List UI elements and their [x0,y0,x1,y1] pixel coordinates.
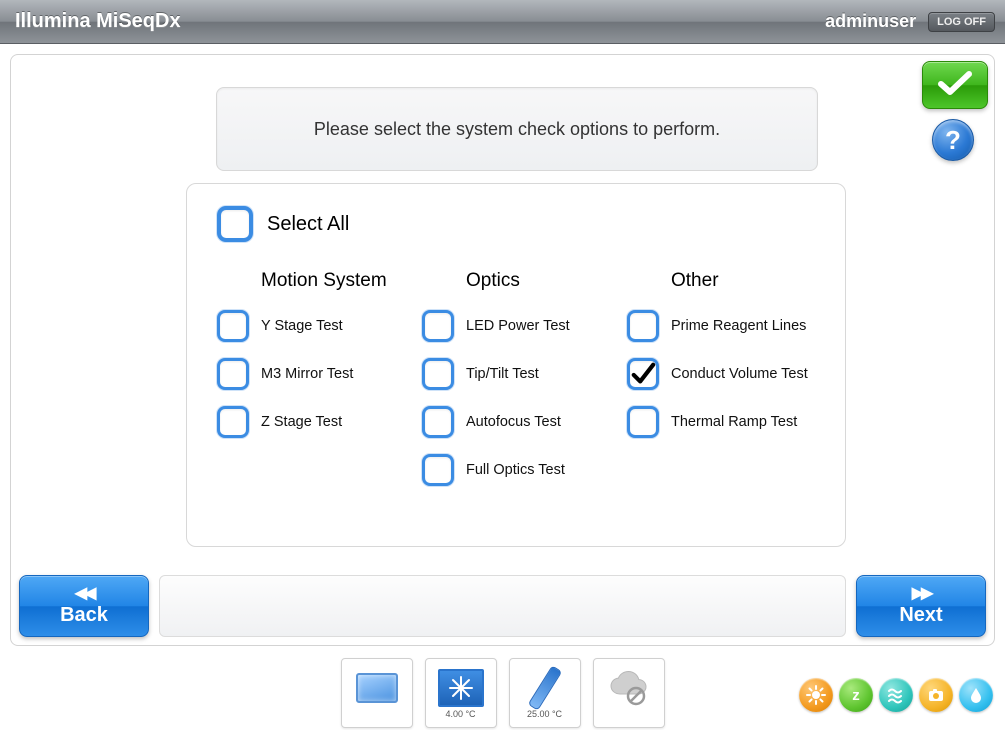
waves-icon[interactable] [879,678,913,712]
status-tile-chiller[interactable]: 4.00 °C [425,658,497,728]
option-conduct-volume-test: Conduct Volume Test [627,358,832,390]
select-all-row: Select All [217,206,815,242]
checkbox-prime-reagent-lines[interactable] [627,310,659,342]
checkbox-conduct-volume-test[interactable] [627,358,659,390]
monitor-icon [354,669,400,707]
help-button[interactable]: ? [932,119,974,161]
status-tile-flowcell[interactable]: 25.00 °C [509,658,581,728]
footer-icons: z [799,678,993,712]
option-thermal-ramp-test: Thermal Ramp Test [627,406,832,438]
nav-row: ◀◀ Back ▶▶ Next [19,575,986,637]
sleep-icon[interactable]: z [839,678,873,712]
column-header: Other [671,270,832,292]
camera-icon[interactable] [919,678,953,712]
option-z-stage-test: Z Stage Test [217,406,422,438]
nav-middle-panel [159,575,846,637]
option-label: Z Stage Test [261,414,342,430]
status-caption: 25.00 °C [527,709,562,720]
checkbox-autofocus-test[interactable] [422,406,454,438]
column-header: Optics [466,270,627,292]
flowcell-icon [522,669,568,707]
instruction-text: Please select the system check options t… [314,119,720,140]
checkbox-thermal-ramp-test[interactable] [627,406,659,438]
option-led-power-test: LED Power Test [422,310,627,342]
option-label: Tip/Tilt Test [466,366,539,382]
chevron-left-icon: ◀◀ [75,586,94,602]
drop-icon[interactable] [959,678,993,712]
option-label: Y Stage Test [261,318,343,334]
option-autofocus-test: Autofocus Test [422,406,627,438]
cloud-disabled-icon [606,669,652,707]
next-button[interactable]: ▶▶ Next [856,575,986,637]
option-full-optics-test: Full Optics Test [422,454,627,486]
checkmark-icon [935,68,975,103]
logoff-button[interactable]: LOG OFF [928,12,995,32]
option-y-stage-test: Y Stage Test [217,310,422,342]
sun-icon[interactable] [799,678,833,712]
checkbox-tip-tilt-test[interactable] [422,358,454,390]
column-optics: Optics LED Power Test Tip/Tilt Test Auto… [422,270,627,502]
status-caption: 4.00 °C [445,709,475,720]
next-button-label: Next [899,604,942,627]
checkmark-icon [630,361,656,387]
option-label: Conduct Volume Test [671,366,808,382]
option-label: Thermal Ramp Test [671,414,797,430]
status-tiles: 4.00 °C 25.00 °C [341,658,665,728]
select-all-label: Select All [267,213,349,236]
option-label: M3 Mirror Test [261,366,353,382]
option-label: Prime Reagent Lines [671,318,806,334]
footer-bar: 4.00 °C 25.00 °C [0,656,1005,730]
options-columns: Motion System Y Stage Test M3 Mirror Tes… [217,270,815,502]
checkbox-y-stage-test[interactable] [217,310,249,342]
instruction-banner: Please select the system check options t… [216,87,818,171]
column-other: Other Prime Reagent Lines Conduct Volume… [627,270,832,502]
snowflake-icon [438,669,484,707]
top-bar: Illumina MiSeqDx adminuser LOG OFF [0,0,1005,44]
back-button[interactable]: ◀◀ Back [19,575,149,637]
back-button-label: Back [60,604,108,627]
select-all-checkbox[interactable] [217,206,253,242]
status-tile-cloud[interactable] [593,658,665,728]
option-prime-reagent-lines: Prime Reagent Lines [627,310,832,342]
checkbox-z-stage-test[interactable] [217,406,249,438]
option-label: LED Power Test [466,318,570,334]
help-icon: ? [945,125,961,156]
main-stage: Please select the system check options t… [10,54,995,646]
chevron-right-icon: ▶▶ [912,586,931,602]
confirm-button[interactable] [922,61,988,109]
app-title: Illumina MiSeqDx [15,10,181,33]
option-m3-mirror-test: M3 Mirror Test [217,358,422,390]
checkbox-full-optics-test[interactable] [422,454,454,486]
username-label: adminuser [825,11,916,32]
status-tile-screen[interactable] [341,658,413,728]
column-header: Motion System [261,270,422,292]
column-motion-system: Motion System Y Stage Test M3 Mirror Tes… [217,270,422,502]
options-panel: Select All Motion System Y Stage Test M3… [186,183,846,547]
checkbox-led-power-test[interactable] [422,310,454,342]
option-label: Autofocus Test [466,414,561,430]
checkbox-m3-mirror-test[interactable] [217,358,249,390]
option-label: Full Optics Test [466,462,565,478]
option-tip-tilt-test: Tip/Tilt Test [422,358,627,390]
